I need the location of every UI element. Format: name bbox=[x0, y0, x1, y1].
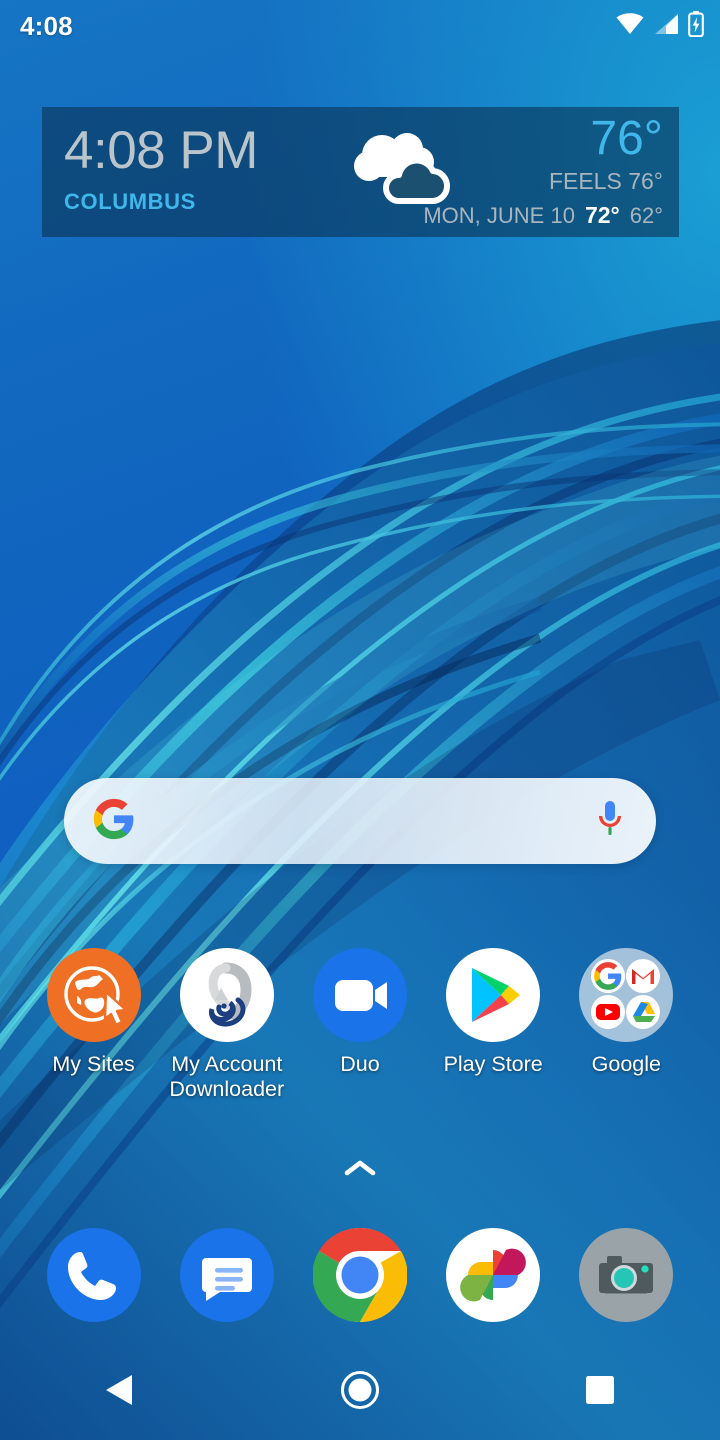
status-bar-clock: 4:08 bbox=[20, 10, 73, 41]
dock-icon-camera[interactable] bbox=[560, 1228, 693, 1322]
home-screen: 4:08 4:08 PM COLUMBUS 76° FEELS 76° MON,… bbox=[0, 0, 720, 1440]
dock-icon-chrome[interactable] bbox=[293, 1227, 426, 1323]
app-icon-duo[interactable]: Duo bbox=[293, 948, 426, 1102]
google-photos-icon[interactable] bbox=[446, 1228, 541, 1322]
battery-charging-icon bbox=[688, 10, 704, 42]
home-circle-icon[interactable] bbox=[340, 1370, 380, 1415]
globe-cursor-icon[interactable] bbox=[46, 948, 141, 1042]
weather-widget[interactable]: 4:08 PM COLUMBUS 76° FEELS 76° MON, JUNE… bbox=[42, 107, 679, 237]
dock bbox=[0, 1227, 720, 1323]
app-label: My Account Downloader bbox=[169, 1052, 285, 1101]
wifi-icon bbox=[616, 12, 644, 40]
app-label: Play Store bbox=[443, 1052, 543, 1076]
play-store-icon[interactable] bbox=[446, 948, 541, 1042]
app-icon-my-sites[interactable]: My Sites bbox=[27, 948, 160, 1102]
app-drawer-handle[interactable] bbox=[0, 1158, 720, 1183]
dock-icon-photos[interactable] bbox=[427, 1228, 560, 1322]
back-triangle-icon[interactable] bbox=[104, 1373, 136, 1412]
chrome-icon[interactable] bbox=[312, 1227, 408, 1323]
phone-icon[interactable] bbox=[46, 1228, 141, 1322]
google-g-icon bbox=[92, 797, 136, 846]
app-icon-my-account-downloader[interactable]: My Account Downloader bbox=[160, 948, 293, 1102]
cloudy-icon bbox=[347, 129, 452, 209]
cellular-signal-icon bbox=[653, 13, 679, 40]
home-button[interactable] bbox=[300, 1344, 420, 1440]
chevron-up-icon[interactable] bbox=[343, 1158, 377, 1183]
recents-button[interactable] bbox=[540, 1344, 660, 1440]
dock-icon-messages[interactable] bbox=[160, 1228, 293, 1322]
weather-widget-time: 4:08 PM bbox=[64, 121, 258, 180]
weather-widget-high-temp: 72° bbox=[584, 202, 620, 228]
app-icon-play-store[interactable]: Play Store bbox=[427, 948, 560, 1102]
weather-widget-forecast-section[interactable]: 76° FEELS 76° MON, JUNE 10 72° 62° bbox=[342, 107, 679, 237]
back-button[interactable] bbox=[60, 1344, 180, 1440]
dock-icon-phone[interactable] bbox=[27, 1228, 160, 1322]
folder-icon[interactable] bbox=[579, 948, 674, 1042]
google-search-bar[interactable] bbox=[64, 778, 656, 864]
weather-widget-feels-like: FEELS 76° bbox=[548, 168, 663, 194]
message-bubble-icon[interactable] bbox=[179, 1228, 274, 1322]
camera-icon[interactable] bbox=[579, 1228, 674, 1322]
weather-widget-date: MON, JUNE 10 bbox=[423, 203, 575, 228]
video-camera-icon[interactable] bbox=[312, 948, 407, 1042]
weather-widget-clock-section[interactable]: 4:08 PM COLUMBUS bbox=[42, 107, 342, 237]
app-label: Duo bbox=[340, 1052, 380, 1076]
weather-widget-date-row: MON, JUNE 10 72° 62° bbox=[423, 202, 663, 229]
weather-widget-city: COLUMBUS bbox=[64, 189, 196, 214]
app-grid: My Sites My Account Downloader Duo Play … bbox=[0, 948, 720, 1102]
weather-widget-temperature: 76° bbox=[590, 112, 663, 165]
status-bar-icons bbox=[616, 10, 704, 42]
navigation-bar bbox=[0, 1344, 720, 1440]
spiral-hook-icon[interactable] bbox=[179, 948, 274, 1042]
app-folder-google[interactable]: Google bbox=[560, 948, 693, 1102]
app-label: My Sites bbox=[52, 1052, 135, 1076]
gmail-icon bbox=[626, 959, 661, 993]
app-label: Google bbox=[591, 1052, 662, 1076]
weather-widget-temperature-block: 76° FEELS 76° bbox=[549, 113, 663, 195]
recents-square-icon[interactable] bbox=[585, 1375, 615, 1410]
microphone-icon[interactable] bbox=[594, 797, 626, 846]
weather-widget-low-temp: 62° bbox=[629, 203, 663, 228]
status-bar: 4:08 bbox=[0, 0, 720, 52]
